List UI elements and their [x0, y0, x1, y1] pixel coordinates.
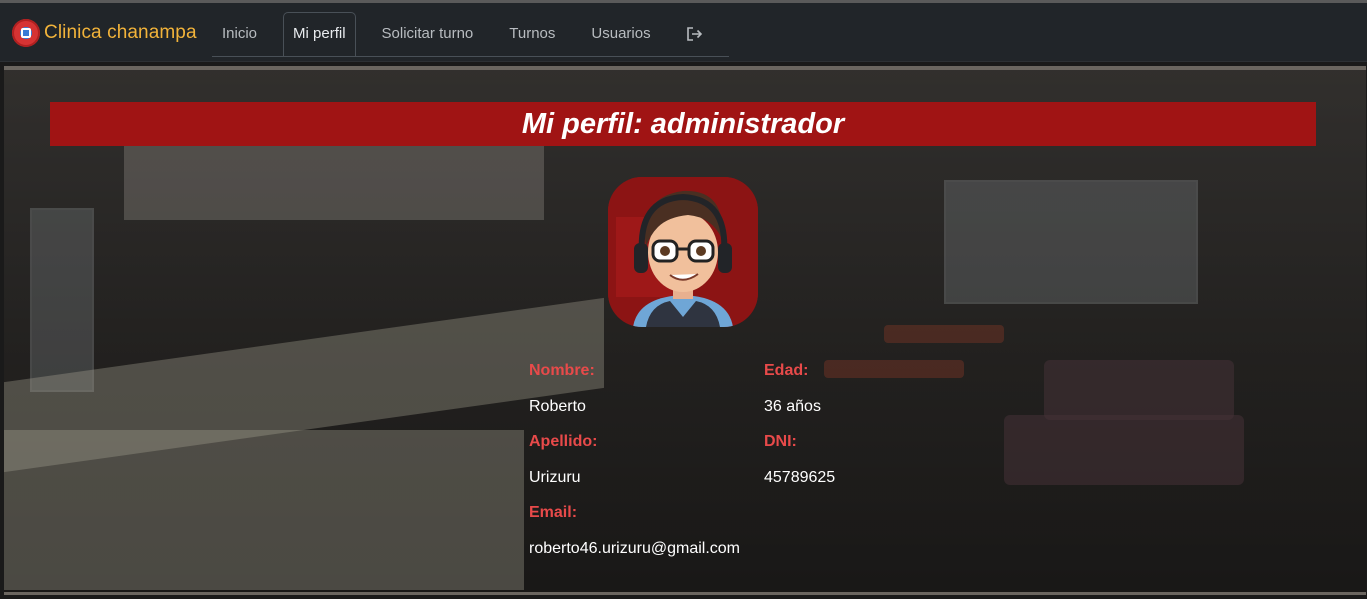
waiting-chairs [884, 325, 1004, 343]
door-frame [30, 208, 94, 392]
avatar-illustration [608, 177, 758, 327]
brand-link[interactable]: Clinica chanampa [12, 19, 197, 47]
bottom-border [4, 592, 1366, 595]
dni-value: 45789625 [764, 469, 836, 486]
clinic-logo-icon [12, 19, 40, 47]
page-title: Mi perfil: administrador [521, 107, 845, 140]
nav-item-turnos[interactable]: Turnos [499, 12, 565, 55]
glass-window [944, 180, 1198, 304]
apellido-value: Urizuru [529, 469, 581, 486]
nav-item-inicio[interactable]: Inicio [212, 12, 267, 55]
nombre-value: Roberto [529, 398, 586, 415]
nav-item-usuarios[interactable]: Usuarios [581, 12, 660, 55]
reception-counter [4, 430, 524, 590]
navbar: Clinica chanampa Inicio Mi perfil Solici… [0, 3, 1367, 62]
waiting-bench [1004, 415, 1244, 485]
avatar-image [608, 177, 758, 327]
apellido-label: Apellido: [529, 433, 598, 450]
edad-label: Edad: [764, 362, 809, 379]
nav-item-solicitar-turno[interactable]: Solicitar turno [372, 12, 484, 55]
brand-name: Clinica chanampa [44, 22, 197, 43]
waiting-chairs [824, 360, 964, 378]
logout-icon [686, 27, 702, 41]
nav-tabs: Inicio Mi perfil Solicitar turno Turnos … [212, 12, 729, 57]
profile-title-bar: Mi perfil: administrador [50, 102, 1316, 146]
email-label: Email: [529, 504, 578, 521]
email-value: roberto46.urizuru@gmail.com [529, 540, 740, 557]
edad-value: 36 años [764, 398, 821, 415]
nombre-label: Nombre: [529, 362, 595, 379]
logout-button[interactable] [677, 12, 713, 55]
nav-item-mi-perfil[interactable]: Mi perfil [283, 12, 356, 56]
profile-page: Mi perfil: administrador Nombre: Roberto… [4, 66, 1366, 595]
dni-label: DNI: [764, 433, 797, 450]
waiting-bench [1044, 360, 1234, 420]
